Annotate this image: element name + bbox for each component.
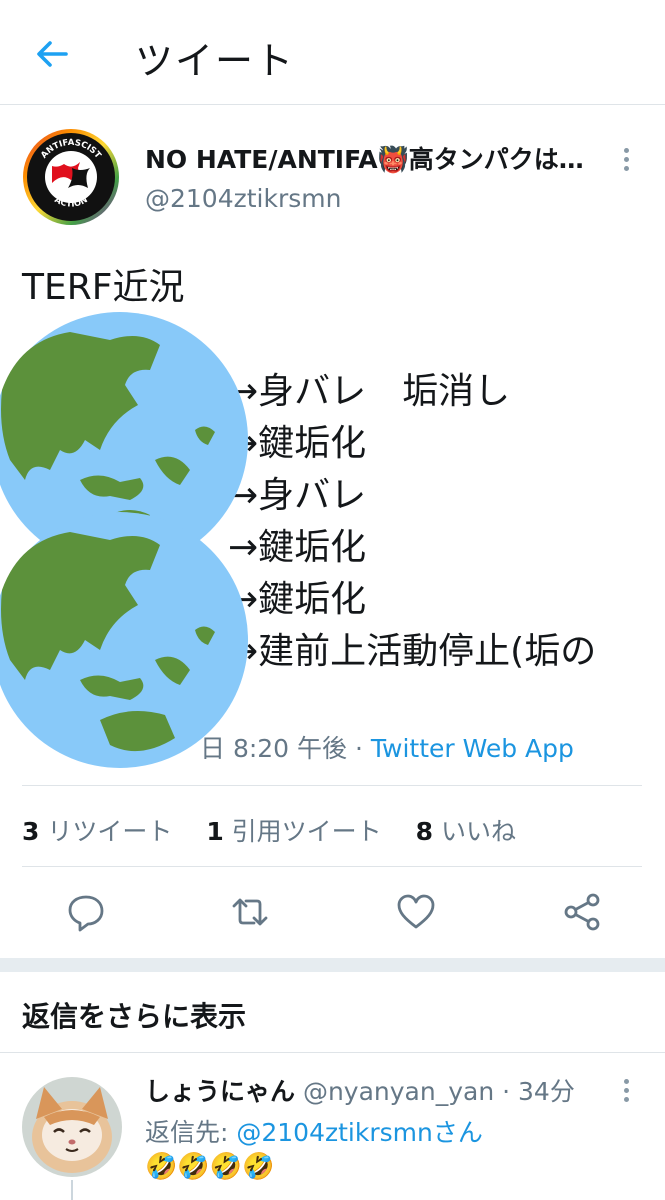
reply-to-line: 返信先: @2104ztikrsmnさん bbox=[145, 1113, 483, 1149]
top-bar: ツイート bbox=[0, 0, 665, 105]
chain-line-6: →建前上活動停止(垢の bbox=[228, 631, 597, 672]
reply-to-prefix: 返信先: bbox=[145, 1118, 237, 1147]
retweet-icon[interactable] bbox=[228, 890, 272, 934]
retweets-label: リツイート bbox=[39, 817, 173, 846]
reply-to-mention[interactable]: @2104ztikrsmnさん bbox=[236, 1118, 482, 1147]
reply-icon[interactable] bbox=[64, 890, 108, 934]
author-name[interactable]: NO HATE/ANTIFA👹高タンパクは… bbox=[145, 140, 615, 176]
divider bbox=[0, 1052, 665, 1053]
reply-author[interactable]: しょうにゃん @nyanyan_yan · 34分 bbox=[145, 1072, 575, 1108]
reply-author-handle: @nyanyan_yan · 34分 bbox=[295, 1077, 575, 1106]
page-title: ツイート bbox=[135, 39, 296, 83]
reply-avatar[interactable] bbox=[22, 1077, 122, 1177]
likes-stat[interactable]: 8 いいね bbox=[416, 817, 516, 846]
tweet-time: 日 8:20 午後 · bbox=[200, 734, 371, 763]
tweet-text: TERF近況 bbox=[22, 267, 185, 308]
tweet-source-link[interactable]: Twitter Web App bbox=[371, 734, 574, 763]
likes-label: いいね bbox=[433, 817, 516, 846]
show-more-replies[interactable]: 返信をさらに表示 bbox=[22, 995, 246, 1035]
like-icon[interactable] bbox=[394, 890, 438, 934]
quotes-count: 1 bbox=[206, 817, 224, 846]
retweets-count: 3 bbox=[22, 817, 40, 846]
chain-line-1: →身バレ 垢消し bbox=[228, 371, 511, 412]
quotes-label: 引用ツイート bbox=[223, 817, 382, 846]
retweets-stat[interactable]: 3 リツイート bbox=[22, 817, 172, 846]
author-avatar[interactable]: ANTIFASCIST ACTION bbox=[22, 128, 120, 226]
thread-line bbox=[71, 1180, 73, 1200]
tweet-timestamp: 日 8:20 午後 · Twitter Web App bbox=[200, 729, 574, 765]
more-options-icon[interactable] bbox=[616, 144, 636, 174]
divider bbox=[22, 866, 642, 867]
divider bbox=[22, 785, 642, 786]
back-arrow-icon[interactable] bbox=[30, 32, 74, 76]
engagement-stats: 3 リツイート 1 引用ツイート 8 いいね bbox=[22, 812, 542, 848]
author-handle[interactable]: @2104ztikrsmn bbox=[145, 184, 341, 213]
more-options-icon[interactable] bbox=[616, 1075, 636, 1105]
share-icon[interactable] bbox=[560, 890, 604, 934]
reply-text: 🤣🤣🤣🤣 bbox=[145, 1152, 275, 1182]
likes-count: 8 bbox=[415, 817, 434, 846]
section-separator bbox=[0, 958, 665, 972]
quotes-stat[interactable]: 1 引用ツイート bbox=[206, 817, 381, 846]
reply-author-name[interactable]: しょうにゃん bbox=[145, 1077, 295, 1106]
